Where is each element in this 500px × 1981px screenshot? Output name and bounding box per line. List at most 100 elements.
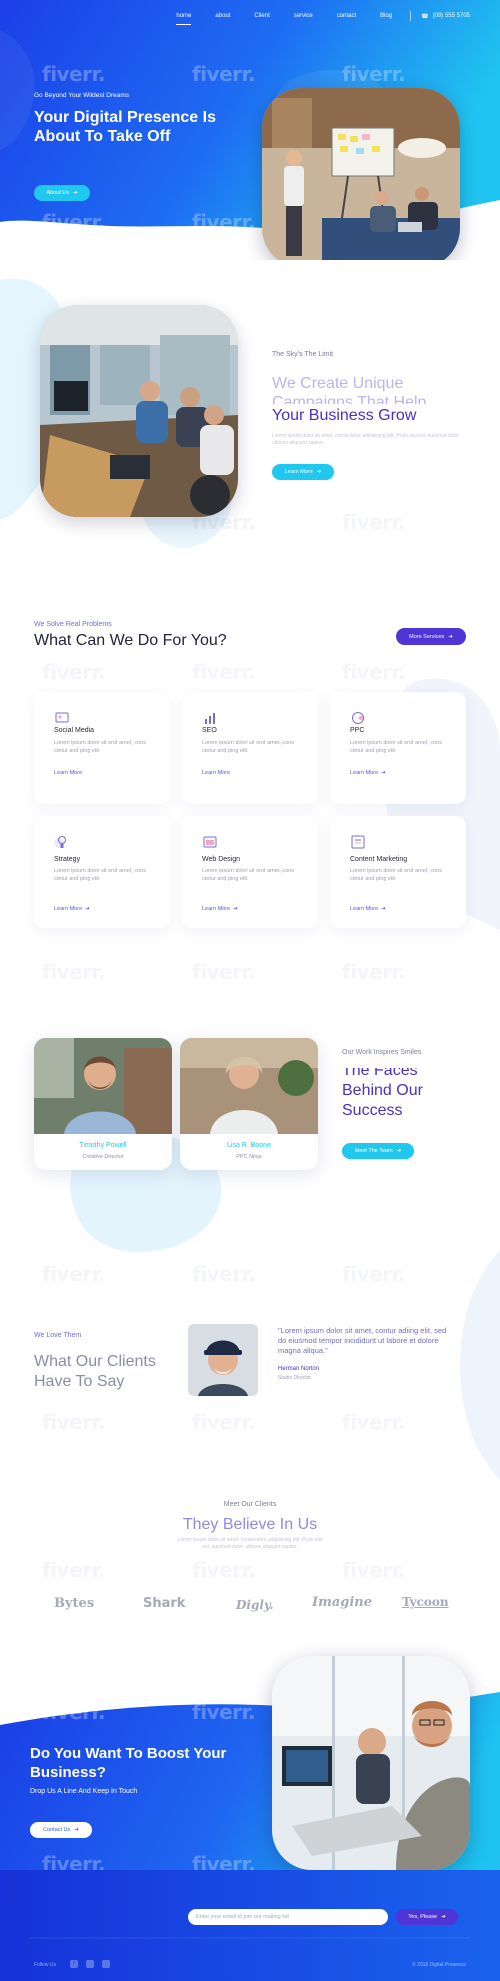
nav-contact[interactable]: contact (337, 13, 356, 19)
content-marketing-icon (350, 834, 366, 850)
about-text: Lorem ipsum dolor sit amet, consectetur … (272, 433, 461, 446)
team-member-name: Lisa R. Boone (227, 1142, 271, 1149)
follow-us-label: Follow Us (34, 1962, 56, 1968)
service-learn-more-link[interactable]: Learn More (202, 770, 230, 776)
arrow-right-icon: ➜ (85, 906, 90, 912)
nav-home[interactable]: home (176, 13, 192, 25)
instagram-icon[interactable] (86, 1960, 94, 1968)
arrow-right-icon: ➜ (74, 1827, 79, 1833)
about-title-light: We Create Unique Campaigns That Help (272, 375, 427, 404)
meet-the-team-button[interactable]: Meet The Team ➜ (342, 1143, 414, 1159)
client-logo-shark: Shark (143, 1596, 186, 1611)
arrow-right-icon: ➜ (316, 469, 322, 475)
service-learn-more-link[interactable]: Learn More ➜ (350, 770, 386, 776)
twitter-icon[interactable] (102, 1960, 110, 1968)
service-learn-more-link[interactable]: Learn More (54, 770, 82, 776)
email-placeholder: Enter your email to join our mailing lis… (196, 1914, 289, 1920)
footer: Enter your email to join our mailing lis… (0, 1870, 500, 1981)
lightbulb-icon (54, 834, 70, 850)
service-card-ppc[interactable]: PPC Lorem ipsum dolor sit orot amet, con… (330, 692, 466, 804)
clients-title: They Believe In Us (182, 1516, 318, 1533)
watermark: fiverr. (42, 1700, 106, 1724)
arrow-right-icon: ➜ (381, 906, 386, 912)
watermark: fiverr. (42, 660, 106, 684)
team-card-timothy[interactable]: Timothy Powell Creative Director (34, 1038, 172, 1170)
web-design-icon (202, 834, 218, 850)
watermark: fiverr. (192, 1262, 256, 1286)
about-title-dark: Your Business Grow (272, 407, 417, 424)
arrow-right-icon: ➜ (448, 633, 453, 640)
learn-more-label: Learn More (202, 906, 231, 912)
arrow-right-icon: ➜ (73, 190, 78, 196)
team-member-role: Creative Director (82, 1154, 124, 1160)
newsletter-email-input[interactable]: Enter your email to join our mailing lis… (188, 1909, 388, 1925)
team-title-text: The Faces Behind Our Success (342, 1068, 423, 1119)
service-title: SEO (202, 727, 217, 732)
service-text: Lorem ipsum dolor sit orot amet, cons ct… (202, 740, 295, 754)
watermark: fiverr. (192, 210, 256, 234)
team-photo (34, 1038, 172, 1134)
arrow-right-icon: ➜ (396, 1148, 402, 1154)
services-eyebrow: We Solve Real Problems (34, 621, 112, 628)
team-member-name: Timothy Powell (79, 1142, 127, 1149)
more-services-button[interactable]: More Services ➜ (396, 628, 466, 645)
team-photo (180, 1038, 318, 1134)
service-card-social-media[interactable]: Social Media Lorem ipsum dolor sit orot … (34, 692, 170, 804)
clients-eyebrow: Meet Our Clients (223, 1501, 277, 1508)
about-eyebrow: The Sky's The Limit (272, 351, 334, 358)
watermark: fiverr. (42, 1558, 106, 1582)
team-card-lisa[interactable]: Lisa R. Boone PPC Ninja (180, 1038, 318, 1170)
about-photo (40, 305, 238, 517)
watermark: fiverr. (192, 62, 256, 86)
service-card-content-marketing[interactable]: Content Marketing Lorem ipsum dolor sit … (330, 816, 466, 928)
watermark: fiverr. (192, 660, 256, 684)
client-logo-imagine: Imagine (312, 1595, 373, 1610)
facebook-icon[interactable]: f (70, 1960, 78, 1968)
cta-title: Do You Want To Boost Your Business? (30, 1745, 227, 1781)
service-card-web-design[interactable]: Web Design Lorem ipsum dolor sit orot am… (182, 816, 318, 928)
watermark: fiverr. (42, 210, 106, 234)
service-card-strategy[interactable]: Strategy Lorem ipsum dolor sit orot amet… (34, 816, 170, 928)
testimonial-eyebrow: We Love Them (34, 1332, 82, 1339)
clients-text: Lorem ipsum dolor sit amet, consectetur … (177, 1537, 323, 1550)
service-text: Lorem ipsum dolor sit orot amet, cons ct… (202, 868, 295, 882)
service-learn-more-link[interactable]: Learn More ➜ (202, 906, 238, 912)
about-us-button[interactable]: About Us ➜ (34, 185, 90, 201)
watermark: fiverr. (192, 960, 256, 984)
subscribe-label: Yes, Please (408, 1914, 438, 1920)
contact-us-button[interactable]: Contact Us ➜ (30, 1822, 92, 1838)
nav-blog[interactable]: Blog (380, 13, 392, 19)
learn-more-label: Learn More (54, 906, 83, 912)
arrow-right-icon: ➜ (381, 770, 386, 776)
phone-number: (09) 555 5705 (432, 13, 470, 19)
contact-us-label: Contact Us (43, 1827, 71, 1833)
watermark: fiverr. (42, 1410, 106, 1434)
nav-about[interactable]: about (215, 13, 230, 19)
client-logo-tycoon: Tycoon (402, 1595, 449, 1609)
service-learn-more-link[interactable]: Learn More ➜ (350, 906, 386, 912)
client-logo-bytes: Bytes (54, 1596, 95, 1611)
learn-more-button[interactable]: Learn More ➜ (272, 464, 334, 480)
subscribe-button[interactable]: Yes, Please ➜ (396, 1909, 458, 1925)
watermark: fiverr. (342, 510, 406, 534)
service-title: Strategy (54, 856, 81, 863)
cta-photo (272, 1656, 470, 1870)
team-member-role: PPC Ninja (236, 1154, 262, 1160)
service-card-seo[interactable]: SEO Lorem ipsum dolor sit orot amet, con… (182, 692, 318, 804)
services-title: What Can We Do For You? (34, 632, 227, 649)
service-text: Lorem ipsum dolor sit orot amet, cons ct… (350, 868, 443, 882)
service-text: Lorem ipsum dolor sit orot amet, cons ct… (54, 740, 147, 754)
learn-more-label: Learn More (350, 770, 379, 776)
hero-section: fiverr. fiverr. fiverr. fiverr. fiverr. … (0, 0, 500, 260)
service-learn-more-link[interactable]: Learn More ➜ (54, 906, 90, 912)
nav-service[interactable]: service (294, 13, 313, 19)
nav-client[interactable]: Client (254, 13, 269, 19)
service-title: Content Marketing (350, 856, 408, 863)
watermark: fiverr. (342, 62, 406, 86)
service-text: Lorem ipsum dolor sit orot amet, cons ct… (350, 740, 443, 754)
ppc-icon (350, 710, 366, 726)
nav-phone[interactable]: ☎ (09) 555 5705 (421, 13, 470, 20)
watermark: fiverr. (42, 1262, 106, 1286)
cta-subtitle: Drop Us A Line And Keep In Touch (30, 1788, 138, 1795)
learn-more-label: Learn More (202, 770, 231, 776)
